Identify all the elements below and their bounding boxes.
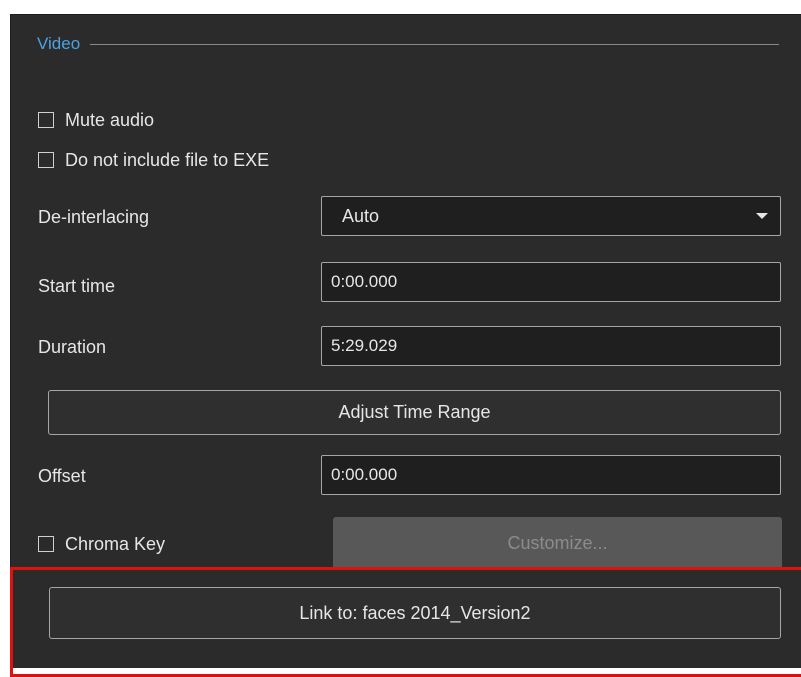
offset-input[interactable] (321, 455, 781, 495)
start-time-input[interactable] (321, 262, 781, 302)
exclude-from-exe-label[interactable]: Do not include file to EXE (65, 150, 269, 171)
duration-label: Duration (38, 337, 107, 357)
chevron-down-icon (756, 213, 768, 219)
deinterlacing-dropdown[interactable]: Auto (321, 196, 781, 236)
adjust-time-range-button[interactable]: Adjust Time Range (48, 390, 781, 435)
customize-button: Customize... (333, 517, 782, 569)
mute-audio-label[interactable]: Mute audio (65, 110, 154, 131)
deinterlacing-value: Auto (342, 205, 380, 226)
chroma-key-row[interactable]: Chroma Key (38, 532, 165, 556)
group-title: Video (37, 34, 81, 53)
video-group-header: Video (37, 32, 779, 56)
start-time-label: Start time (38, 276, 116, 296)
chroma-key-label[interactable]: Chroma Key (65, 534, 165, 555)
chroma-key-checkbox[interactable] (38, 536, 54, 552)
duration-input[interactable] (321, 326, 781, 366)
group-divider (90, 43, 779, 45)
exclude-from-exe-checkbox[interactable] (38, 152, 54, 168)
deinterlacing-label: De-interlacing (38, 207, 150, 227)
exclude-from-exe-row[interactable]: Do not include file to EXE (38, 148, 269, 172)
mute-audio-row[interactable]: Mute audio (38, 108, 154, 132)
mute-audio-checkbox[interactable] (38, 112, 54, 128)
offset-label: Offset (38, 466, 86, 486)
link-to-file-button[interactable]: Link to: faces 2014_Version2 (49, 587, 781, 639)
